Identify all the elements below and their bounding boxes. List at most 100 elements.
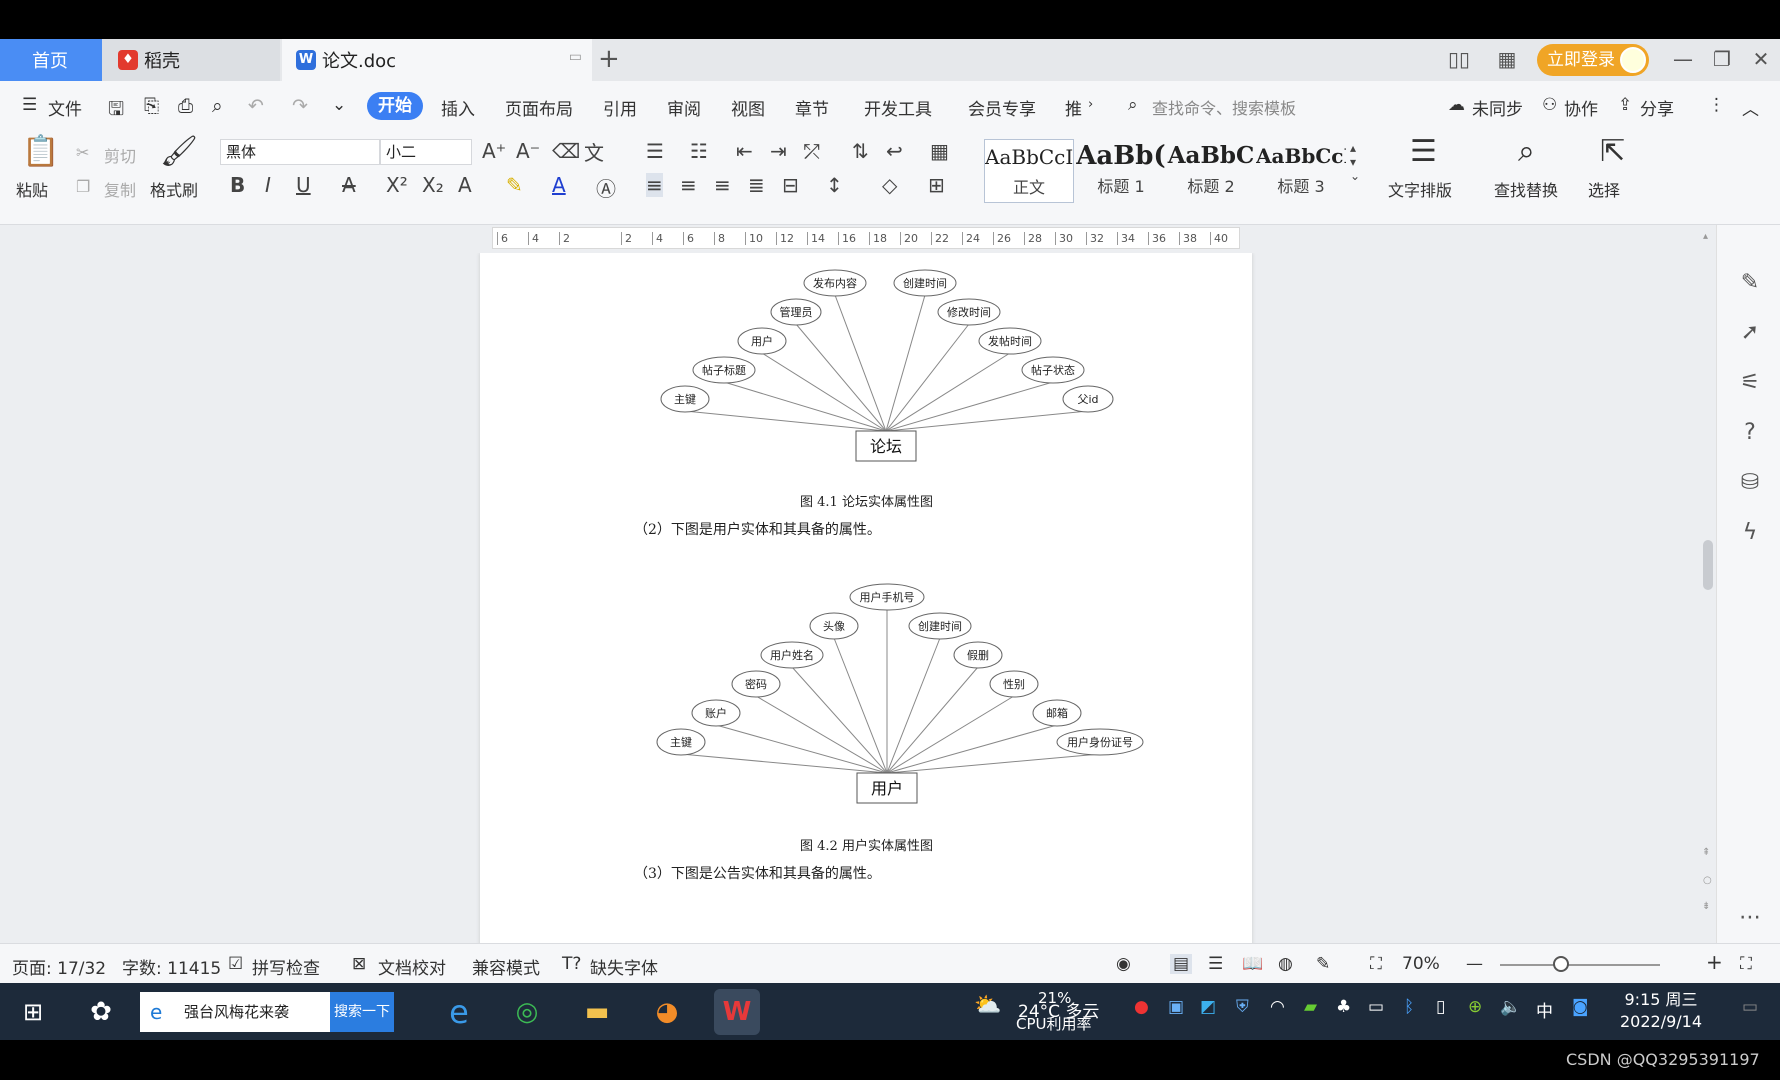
text-effect-icon[interactable]: A <box>458 173 472 197</box>
battery-icon[interactable]: ▭ <box>1368 997 1384 1017</box>
login-button[interactable]: 立即登录 <box>1537 44 1649 76</box>
menu-member[interactable]: 会员专享 <box>968 95 1036 120</box>
360-browser-icon[interactable]: ◎ <box>504 989 550 1035</box>
chinese-layout-icon[interactable]: ⤱ <box>804 139 820 163</box>
restore-icon[interactable]: ❐ <box>1707 44 1737 74</box>
zoom-out-icon[interactable]: — <box>1466 954 1483 974</box>
shading-icon[interactable]: ◇ <box>882 173 897 197</box>
style-normal[interactable]: AaBbCcI 正文 <box>984 139 1074 203</box>
tray-app-icon[interactable]: ▣ <box>1168 997 1184 1017</box>
style-heading-2[interactable]: AaBbC 标题 2 <box>1166 139 1256 203</box>
zoom-level[interactable]: 70% <box>1402 954 1440 974</box>
print-preview-icon[interactable]: ⌕ <box>212 95 223 117</box>
underline-icon[interactable]: U <box>296 173 311 197</box>
bold-icon[interactable]: B <box>230 173 245 197</box>
wifi-icon[interactable]: ◠ <box>1270 997 1285 1017</box>
compat-mode[interactable]: 兼容模式 <box>472 954 540 979</box>
align-right-icon[interactable]: ≡ <box>714 173 731 197</box>
show-desktop-icon[interactable]: ▭ <box>1742 997 1758 1017</box>
tray-qq-icon[interactable]: ♣ <box>1336 997 1351 1017</box>
numbered-list-icon[interactable]: ☷ <box>690 139 708 163</box>
paste-button[interactable]: 粘贴 <box>16 177 48 201</box>
ruler-scale[interactable]: 6 4 2 2 4 6 8 10 12 14 16 18 20 22 24 26 28 30 32 34 36 38 40 <box>492 227 1240 249</box>
align-left-icon[interactable]: ≡ <box>646 173 663 197</box>
show-marks-icon[interactable]: ↩ <box>886 139 903 163</box>
page-counter[interactable]: 页面: 17/32 <box>12 954 106 979</box>
collapse-ribbon-icon[interactable]: ︿ <box>1742 95 1759 120</box>
system-clock[interactable]: 9:15 周三 2022/9/14 <box>1620 989 1702 1033</box>
close-icon[interactable]: ✕ <box>1746 44 1776 74</box>
menu-view[interactable]: 视图 <box>731 95 765 120</box>
paste-icon[interactable]: 📋 <box>22 137 59 167</box>
style-heading-3[interactable]: AaBbCcI 标题 3 <box>1256 139 1346 203</box>
pointer-icon[interactable]: ➚ <box>1737 320 1763 346</box>
strikethrough-icon[interactable]: A <box>342 173 356 197</box>
missing-font-button[interactable]: 缺失字体 <box>590 954 658 979</box>
volume-icon[interactable]: 🔈 <box>1500 997 1521 1017</box>
grow-font-icon[interactable]: A⁺ <box>482 139 506 163</box>
horizontal-ruler[interactable]: 6 4 2 2 4 6 8 10 12 14 16 18 20 22 24 26 28 30 32 34 36 38 40 <box>0 225 1780 253</box>
style-scroll-icon[interactable]: ▴ ▾ ⌄ <box>1350 141 1360 183</box>
scroll-thumb[interactable] <box>1703 540 1713 590</box>
bullet-list-icon[interactable]: ☰ <box>646 139 664 163</box>
collab-button[interactable]: 协作 <box>1564 95 1598 120</box>
style-heading-1[interactable]: AaBb( 标题 1 <box>1076 139 1166 203</box>
select-browse-icon[interactable]: ○ <box>1703 875 1712 886</box>
menu-file[interactable]: 文件 <box>48 95 82 120</box>
tray-browser-icon[interactable]: ◙ <box>1572 997 1589 1017</box>
wps-app-icon[interactable]: W <box>714 989 760 1035</box>
taskbar-search-button[interactable]: 搜索一下 <box>330 992 394 1032</box>
menu-developer[interactable]: 开发工具 <box>864 95 932 120</box>
tray-shield-icon[interactable]: ⛨ <box>1236 997 1249 1017</box>
font-name-select[interactable]: 黑体 <box>220 139 380 165</box>
zoom-in-icon[interactable]: + <box>1706 950 1723 974</box>
tab-daoke[interactable]: ♦ 稻壳 <box>102 39 280 81</box>
help-icon[interactable]: ? <box>1737 420 1763 446</box>
menu-page-layout[interactable]: 页面布局 <box>505 95 573 120</box>
command-search-input[interactable]: 查找命令、搜索模板 <box>1152 95 1296 119</box>
eye-protect-icon[interactable]: ◉ <box>1116 954 1131 974</box>
superscript-icon[interactable]: X² <box>386 173 408 197</box>
menu-insert[interactable]: 插入 <box>441 95 475 120</box>
fit-page-icon[interactable]: ⛶ <box>1370 954 1382 974</box>
reading-view-icon[interactable]: 📖 <box>1242 954 1263 974</box>
game-app-icon[interactable]: ◕ <box>644 989 690 1035</box>
windows-start-icon[interactable]: ⊞ <box>10 989 56 1035</box>
save-icon[interactable]: 🖫 <box>108 95 124 127</box>
char-border-icon[interactable]: Ⓐ <box>596 173 616 202</box>
backup-icon[interactable]: ⛁ <box>1737 470 1763 496</box>
sort-icon[interactable]: ⇅ <box>852 139 869 163</box>
spellcheck-button[interactable]: 拼写检查 <box>252 954 320 979</box>
menu-start[interactable]: 开始 <box>367 92 423 120</box>
tray-update-icon[interactable]: ◩ <box>1200 997 1216 1017</box>
menu-chapter[interactable]: 章节 <box>795 95 829 120</box>
borders-icon[interactable]: ⊞ <box>928 173 945 197</box>
vertical-scrollbar[interactable]: ▴ ⇞ ○ ⇟ <box>1700 225 1716 943</box>
prev-page-icon[interactable]: ⇞ <box>1702 847 1710 858</box>
usb-icon[interactable]: ▯ <box>1436 997 1445 1017</box>
subscript-icon[interactable]: X₂ <box>422 173 444 197</box>
increase-indent-icon[interactable]: ⇥ <box>770 139 787 163</box>
web-view-icon[interactable]: ◍ <box>1278 954 1293 974</box>
sync-status[interactable]: 未同步 <box>1472 95 1523 120</box>
fullscreen-icon[interactable]: ⛶ <box>1740 954 1752 974</box>
clear-format-icon[interactable]: ⌫ <box>552 139 580 163</box>
proofread-button[interactable]: 文档校对 <box>378 954 446 979</box>
outline-view-icon[interactable]: ☰ <box>1208 954 1223 974</box>
edit-pen-icon[interactable]: ✎ <box>1737 270 1763 296</box>
tab-home[interactable]: 首页 <box>0 39 102 81</box>
export-icon[interactable]: ⎘ <box>144 95 159 117</box>
more-options-icon[interactable]: ⋮ <box>1708 95 1725 115</box>
line-spacing-icon[interactable]: ↕ <box>826 173 843 197</box>
lightning-icon[interactable]: ϟ <box>1737 520 1763 546</box>
table-tabs-icon[interactable]: ▦ <box>930 139 949 163</box>
menu-review[interactable]: 审阅 <box>667 95 701 120</box>
grid-icon[interactable]: ▦ <box>1492 44 1522 74</box>
new-tab-button[interactable]: + <box>598 39 622 81</box>
next-page-icon[interactable]: ⇟ <box>1702 901 1710 912</box>
distributed-align-icon[interactable]: ⊟ <box>782 173 799 197</box>
italic-icon[interactable]: I <box>265 173 271 197</box>
tray-antivirus-icon[interactable]: ● <box>1134 997 1149 1017</box>
pin-icon[interactable]: ▭ <box>569 49 582 65</box>
more-dots-icon[interactable]: ⋯ <box>1737 905 1763 931</box>
